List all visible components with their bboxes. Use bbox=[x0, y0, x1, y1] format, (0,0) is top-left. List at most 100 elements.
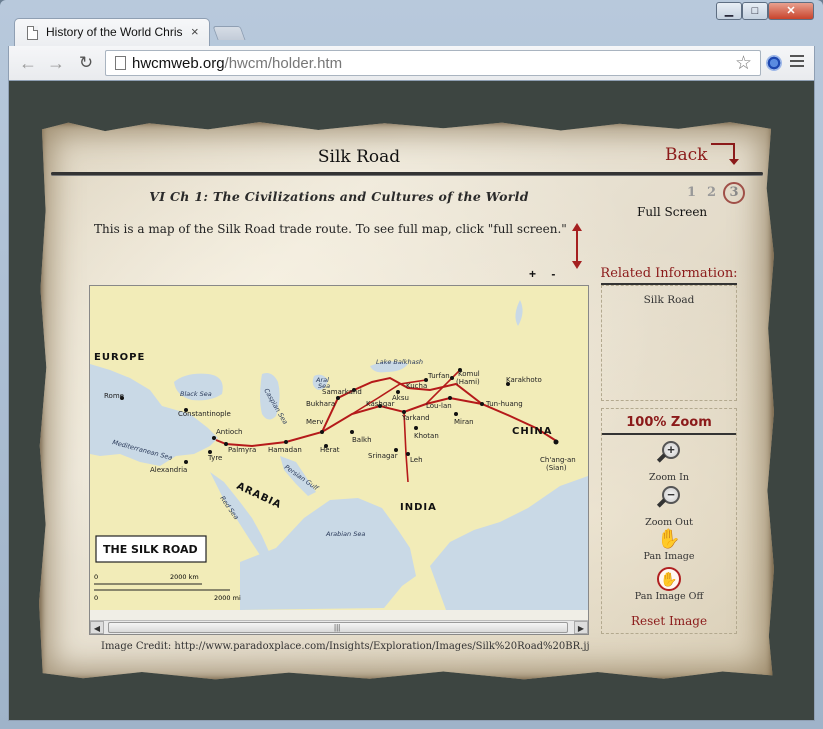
intro-text: This is a map of the Silk Road trade rou… bbox=[94, 222, 567, 236]
svg-text:Bukhara: Bukhara bbox=[306, 400, 335, 408]
zoom-in-label: Zoom In bbox=[649, 472, 689, 483]
svg-text:Aksu: Aksu bbox=[392, 394, 409, 402]
reload-icon[interactable]: ↻ bbox=[75, 52, 97, 74]
forward-arrow-icon[interactable]: → bbox=[45, 52, 67, 74]
zoom-level: 100% Zoom bbox=[626, 415, 712, 430]
svg-text:(Hami): (Hami) bbox=[456, 378, 480, 386]
svg-text:Merv: Merv bbox=[306, 418, 323, 426]
page-viewport: Silk Road Back VI Ch 1: The Civilization… bbox=[8, 80, 815, 721]
tab-active[interactable]: History of the World Chris × bbox=[14, 18, 210, 46]
pan-image-button[interactable]: ✋ Pan Image bbox=[602, 529, 736, 562]
svg-text:Sea: Sea bbox=[318, 382, 330, 390]
new-tab-button[interactable] bbox=[212, 26, 246, 40]
svg-text:(Sian): (Sian) bbox=[546, 464, 567, 472]
zoom-out-label: Zoom Out bbox=[645, 517, 693, 528]
svg-text:Karakhoto: Karakhoto bbox=[506, 376, 542, 384]
svg-text:2000 km: 2000 km bbox=[170, 573, 199, 581]
svg-text:Arabian Sea: Arabian Sea bbox=[325, 530, 365, 538]
svg-text:2000 mi: 2000 mi bbox=[214, 594, 241, 602]
svg-text:EUROPE: EUROPE bbox=[94, 352, 145, 363]
tab-title: History of the World Chris bbox=[46, 25, 183, 39]
close-window-button[interactable]: ✕ bbox=[768, 2, 814, 20]
hand-icon: ✋ bbox=[657, 529, 681, 550]
zoom-in-icon: + bbox=[654, 441, 684, 467]
scroll-right-arrow-icon[interactable]: ▶ bbox=[574, 621, 588, 634]
zoom-divider bbox=[602, 433, 736, 435]
pan-image-off-label: Pan Image Off bbox=[634, 591, 704, 602]
zoom-plus-minus[interactable]: + - bbox=[529, 267, 561, 281]
browser-toolbar: ← → ↻ hwcmweb.org/hwcm/holder.htm ☆ bbox=[8, 46, 815, 80]
minimize-button[interactable]: ▁ bbox=[716, 2, 742, 20]
svg-text:Tyre: Tyre bbox=[207, 454, 222, 462]
back-link[interactable]: Back bbox=[665, 145, 707, 165]
browser-window: History of the World Chris × ▁ □ ✕ ← → ↻… bbox=[0, 0, 823, 729]
map-viewer[interactable]: Rome Constantinople Antioch Tyre Palmyra… bbox=[89, 285, 589, 635]
parchment-panel: Silk Road Back VI Ch 1: The Civilization… bbox=[39, 122, 774, 680]
silk-road-map[interactable]: Rome Constantinople Antioch Tyre Palmyra… bbox=[90, 286, 588, 610]
svg-text:CHINA: CHINA bbox=[512, 426, 553, 437]
svg-text:Lou-lan: Lou-lan bbox=[426, 402, 452, 410]
svg-text:Srinagar: Srinagar bbox=[368, 452, 398, 460]
related-info-panel: Silk Road bbox=[601, 285, 737, 401]
svg-text:Miran: Miran bbox=[454, 418, 474, 426]
svg-text:Balkh: Balkh bbox=[352, 436, 372, 444]
page-number-1[interactable]: 1 bbox=[687, 185, 696, 200]
menu-icon[interactable] bbox=[790, 55, 804, 69]
page-title: Silk Road bbox=[317, 147, 401, 167]
svg-text:Turfan: Turfan bbox=[427, 372, 450, 380]
image-credit: Image Credit: http://www.paradoxplace.co… bbox=[101, 641, 590, 652]
svg-text:Alexandria: Alexandria bbox=[150, 466, 187, 474]
scroll-left-arrow-icon[interactable]: ◀ bbox=[90, 621, 104, 634]
zoom-out-button[interactable]: − Zoom Out bbox=[602, 486, 736, 528]
svg-text:Palmyra: Palmyra bbox=[228, 446, 256, 454]
related-link-silk-road[interactable]: Silk Road bbox=[602, 294, 736, 306]
svg-text:Hamadan: Hamadan bbox=[268, 446, 302, 454]
svg-text:Ch'ang-an: Ch'ang-an bbox=[540, 456, 576, 464]
svg-text:Kucha: Kucha bbox=[406, 382, 427, 390]
reset-image-button[interactable]: Reset Image bbox=[602, 614, 736, 628]
scroll-thumb[interactable]: ||| bbox=[108, 622, 568, 633]
svg-text:INDIA: INDIA bbox=[400, 502, 437, 513]
extension-icon[interactable] bbox=[766, 55, 782, 71]
bookmark-star-icon[interactable]: ☆ bbox=[735, 52, 752, 75]
svg-text:Antioch: Antioch bbox=[216, 428, 242, 436]
tab-strip: History of the World Chris × ▁ □ ✕ bbox=[0, 0, 823, 46]
svg-text:Herat: Herat bbox=[320, 446, 340, 454]
scroll-arrows-icon[interactable] bbox=[572, 223, 582, 271]
chapter-heading: VI Ch 1: The Civilizations and Cultures … bbox=[149, 189, 529, 204]
back-arrow-icon[interactable] bbox=[711, 143, 739, 165]
svg-text:Leh: Leh bbox=[410, 456, 423, 464]
maximize-button[interactable]: □ bbox=[742, 2, 768, 20]
page-number-current[interactable]: 3 bbox=[723, 182, 745, 204]
svg-text:Yarkand: Yarkand bbox=[401, 414, 430, 422]
url-path: /hwcm/holder.htm bbox=[224, 55, 343, 72]
svg-text:Constantinople: Constantinople bbox=[178, 410, 231, 418]
title-divider bbox=[51, 172, 763, 175]
svg-text:Rome: Rome bbox=[104, 392, 124, 400]
tab-close-icon[interactable]: × bbox=[191, 24, 199, 39]
full-screen-button[interactable]: Full Screen bbox=[637, 205, 707, 219]
page-number-2[interactable]: 2 bbox=[707, 185, 716, 200]
pan-image-off-button[interactable]: ✋ Pan Image Off bbox=[602, 567, 736, 602]
svg-text:0: 0 bbox=[94, 594, 98, 602]
svg-text:Khotan: Khotan bbox=[414, 432, 439, 440]
hand-off-icon: ✋ bbox=[657, 567, 681, 591]
address-bar[interactable]: hwcmweb.org/hwcm/holder.htm ☆ bbox=[105, 50, 761, 76]
related-info-heading: Related Information: bbox=[600, 266, 738, 281]
svg-text:THE SILK ROAD: THE SILK ROAD bbox=[103, 543, 198, 556]
svg-text:Kashgar: Kashgar bbox=[366, 400, 395, 408]
svg-text:0: 0 bbox=[94, 573, 98, 581]
svg-text:Lake Balkhash: Lake Balkhash bbox=[376, 358, 423, 366]
back-arrow-icon[interactable]: ← bbox=[17, 52, 39, 74]
url-host: hwcmweb.org/hwcm/holder.htm bbox=[132, 55, 343, 72]
zoom-out-icon: − bbox=[654, 486, 684, 512]
page-icon bbox=[115, 56, 126, 70]
svg-text:Komul: Komul bbox=[458, 370, 480, 378]
map-horizontal-scrollbar[interactable]: ◀ ||| ▶ bbox=[90, 620, 588, 634]
zoom-in-button[interactable]: + Zoom In bbox=[602, 441, 736, 483]
pan-image-label: Pan Image bbox=[643, 551, 695, 562]
svg-text:Black Sea: Black Sea bbox=[180, 390, 212, 398]
svg-text:Tun-huang: Tun-huang bbox=[485, 400, 523, 408]
document-icon bbox=[27, 26, 38, 40]
zoom-panel: 100% Zoom + Zoom In − Zoom Out ✋ Pan Ima… bbox=[601, 408, 737, 634]
